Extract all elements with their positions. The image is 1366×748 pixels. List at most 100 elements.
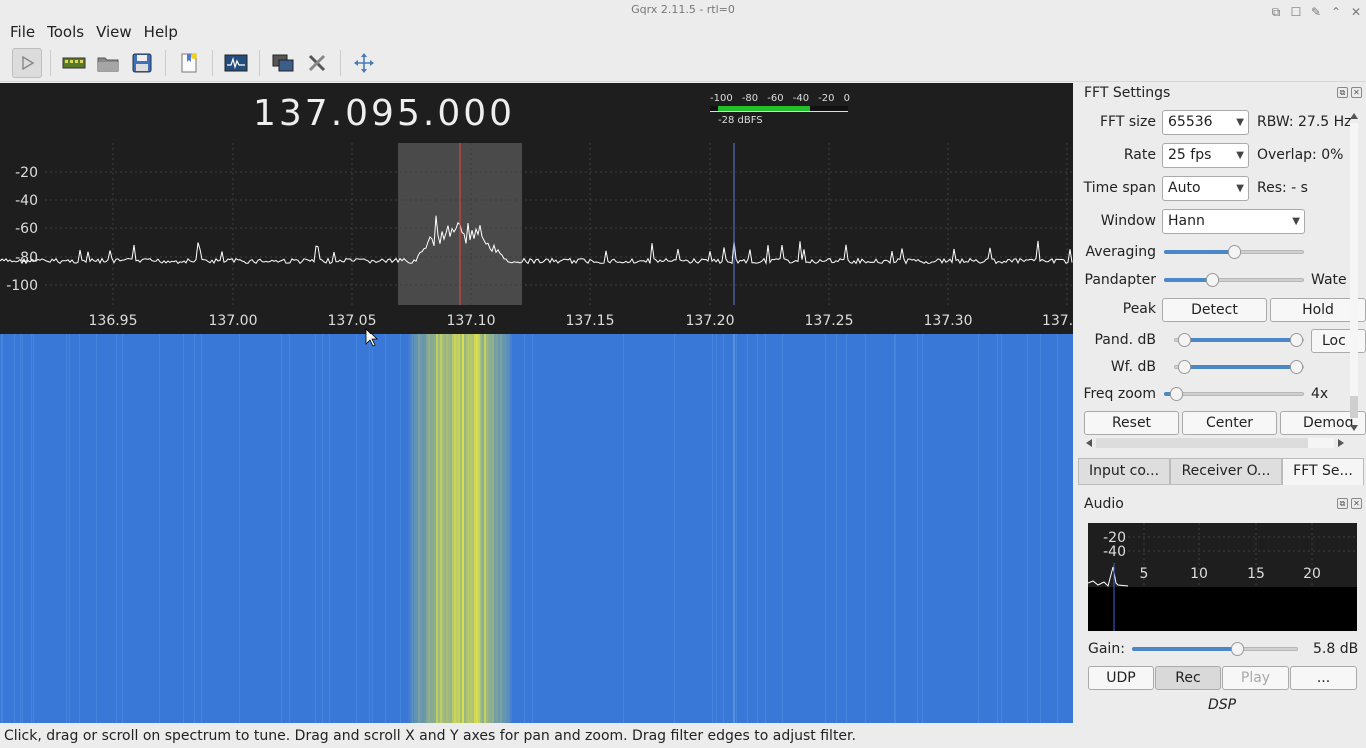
range-high-handle[interactable] bbox=[1290, 360, 1303, 374]
fullscreen-button[interactable] bbox=[349, 48, 379, 78]
settings-tools-button[interactable] bbox=[302, 48, 332, 78]
spectrum-canvas[interactable]: -20 -40 -60 -80 -100 136.95 137.00 137.05 137.10… bbox=[0, 83, 1073, 334]
level-tick-label: -40 bbox=[792, 93, 810, 104]
tab-fft-settings[interactable]: FFT Se... bbox=[1282, 458, 1364, 485]
reset-button[interactable]: Reset bbox=[1084, 411, 1179, 435]
waterfall-column bbox=[31, 334, 32, 723]
signal-level-text: -28 dBFS bbox=[718, 115, 763, 126]
chevron-down-icon: ▼ bbox=[1236, 150, 1244, 161]
pandapter-waterfall-slider[interactable] bbox=[1164, 272, 1304, 288]
waterfall-signal-column bbox=[448, 334, 450, 723]
slider-handle[interactable] bbox=[1231, 642, 1244, 656]
waterfall-signal-column bbox=[502, 334, 504, 723]
play-button[interactable] bbox=[12, 47, 42, 78]
waterfall-column bbox=[1001, 334, 1002, 723]
window-select[interactable]: Hann ▼ bbox=[1162, 209, 1305, 234]
play-button[interactable]: Play bbox=[1222, 666, 1289, 690]
waterfall-signal-column bbox=[424, 334, 426, 723]
slider-handle[interactable] bbox=[1206, 273, 1219, 287]
range-low-handle[interactable] bbox=[1178, 360, 1191, 374]
fft-settings-vertical-scrollbar[interactable] bbox=[1349, 111, 1359, 433]
remote-control-button[interactable] bbox=[268, 48, 298, 78]
device-button[interactable] bbox=[59, 48, 89, 78]
pandapter-label: Pandapter bbox=[1084, 272, 1156, 288]
restore-icon[interactable]: ⧉ bbox=[1270, 2, 1282, 22]
range-low-handle[interactable] bbox=[1178, 333, 1191, 347]
chevron-down-icon: ▼ bbox=[1236, 117, 1244, 128]
signal-level-meter: -100 -80 -60 -40 -20 0 -28 dBFS bbox=[710, 93, 850, 137]
waterfall-signal-column bbox=[446, 334, 448, 723]
dock-title: FFT Settings bbox=[1084, 85, 1171, 101]
toolbar-separator bbox=[212, 49, 213, 76]
window-label: Window bbox=[1100, 213, 1156, 229]
waterfall-column bbox=[1057, 334, 1058, 723]
waterfall-label: Wate bbox=[1311, 272, 1347, 288]
fft-settings-horizontal-scrollbar[interactable] bbox=[1084, 437, 1346, 449]
range-high-handle[interactable] bbox=[1290, 333, 1303, 347]
freq-tick-label: 137.3 bbox=[1042, 313, 1073, 329]
wf-db-range-slider[interactable] bbox=[1174, 359, 1304, 375]
remote-control-icon bbox=[272, 54, 294, 71]
waterfall-signal-column bbox=[460, 334, 462, 723]
waterfall-canvas[interactable] bbox=[0, 334, 1073, 723]
record-button[interactable]: Rec bbox=[1155, 666, 1221, 690]
maximize-icon[interactable]: ☐ bbox=[1290, 2, 1302, 22]
tab-input-controls[interactable]: Input co... bbox=[1078, 458, 1170, 485]
waterfall-signal-column bbox=[496, 334, 498, 723]
bookmark-button[interactable] bbox=[174, 48, 204, 78]
save-button[interactable] bbox=[127, 48, 157, 78]
waterfall-display[interactable] bbox=[0, 334, 1073, 723]
udp-button[interactable]: UDP bbox=[1088, 666, 1154, 690]
averaging-slider[interactable] bbox=[1164, 244, 1304, 260]
menu-tools[interactable]: Tools bbox=[41, 23, 90, 41]
peak-detect-button[interactable]: Detect bbox=[1162, 298, 1267, 322]
pin-icon[interactable]: ✎ bbox=[1310, 2, 1322, 22]
waterfall-signal-column bbox=[462, 334, 464, 723]
waterfall-column bbox=[69, 334, 70, 723]
freq-zoom-slider[interactable] bbox=[1164, 386, 1304, 402]
time-span-select[interactable]: Auto ▼ bbox=[1162, 176, 1249, 201]
center-button[interactable]: Center bbox=[1182, 411, 1277, 435]
waterfall-signal-column bbox=[420, 334, 422, 723]
waterfall-signal-column bbox=[498, 334, 500, 723]
close-icon[interactable]: ✕ bbox=[1351, 87, 1362, 98]
menu-help[interactable]: Help bbox=[138, 23, 184, 41]
slider-handle[interactable] bbox=[1170, 387, 1183, 401]
close-icon[interactable]: ✕ bbox=[1350, 2, 1362, 22]
float-icon[interactable]: ⧉ bbox=[1337, 498, 1348, 509]
audio-fft-canvas[interactable]: -20-405 10 15 20 bbox=[1088, 523, 1357, 631]
close-icon[interactable]: ✕ bbox=[1351, 498, 1362, 509]
frequency-readout[interactable]: 137.095.000 bbox=[253, 93, 515, 134]
tab-receiver-options[interactable]: Receiver O... bbox=[1170, 458, 1282, 485]
spectrum-button[interactable] bbox=[221, 48, 251, 78]
waterfall-column bbox=[1, 334, 2, 723]
menu-file[interactable]: File bbox=[4, 23, 41, 41]
shade-icon[interactable]: ⌃ bbox=[1330, 2, 1342, 22]
float-icon[interactable]: ⧉ bbox=[1337, 87, 1348, 98]
waterfall-column bbox=[978, 334, 979, 723]
waterfall-signal-column bbox=[470, 334, 472, 723]
level-tick-label: -60 bbox=[767, 93, 784, 104]
audio-dock: Audio ⧉ ✕ -20 -40 5 10 15 20 Gain: 5.8 dB UDP… bbox=[1078, 494, 1366, 724]
audio-gain-slider[interactable] bbox=[1132, 641, 1298, 657]
waterfall-column bbox=[922, 334, 923, 723]
fft-size-select[interactable]: 65536 ▼ bbox=[1162, 110, 1249, 135]
open-button[interactable] bbox=[93, 48, 123, 78]
waterfall-signal-column bbox=[492, 334, 494, 723]
level-tick-label: -100 bbox=[710, 93, 733, 104]
waterfall-signal-column bbox=[486, 334, 488, 723]
pand-db-range-slider[interactable] bbox=[1174, 332, 1304, 348]
audio-options-button[interactable]: ... bbox=[1290, 666, 1357, 690]
audio-fft-plot[interactable]: -20 -40 5 10 15 20 bbox=[1088, 523, 1357, 631]
slider-handle[interactable] bbox=[1228, 245, 1241, 259]
rate-select[interactable]: 25 fps ▼ bbox=[1162, 143, 1249, 168]
waterfall-column bbox=[836, 334, 837, 723]
waterfall-signal-column bbox=[436, 334, 438, 723]
waterfall-signal-column bbox=[510, 334, 512, 723]
toolbar bbox=[0, 44, 1366, 82]
waterfall-signal-column bbox=[414, 334, 416, 723]
waterfall-signal-column bbox=[432, 334, 434, 723]
spectrum-plot[interactable]: -20 -40 -60 -80 -100 136.95 137.00 137.05 137.10… bbox=[0, 83, 1073, 334]
db-tick-label: -60 bbox=[15, 221, 38, 237]
menu-view[interactable]: View bbox=[90, 23, 138, 41]
